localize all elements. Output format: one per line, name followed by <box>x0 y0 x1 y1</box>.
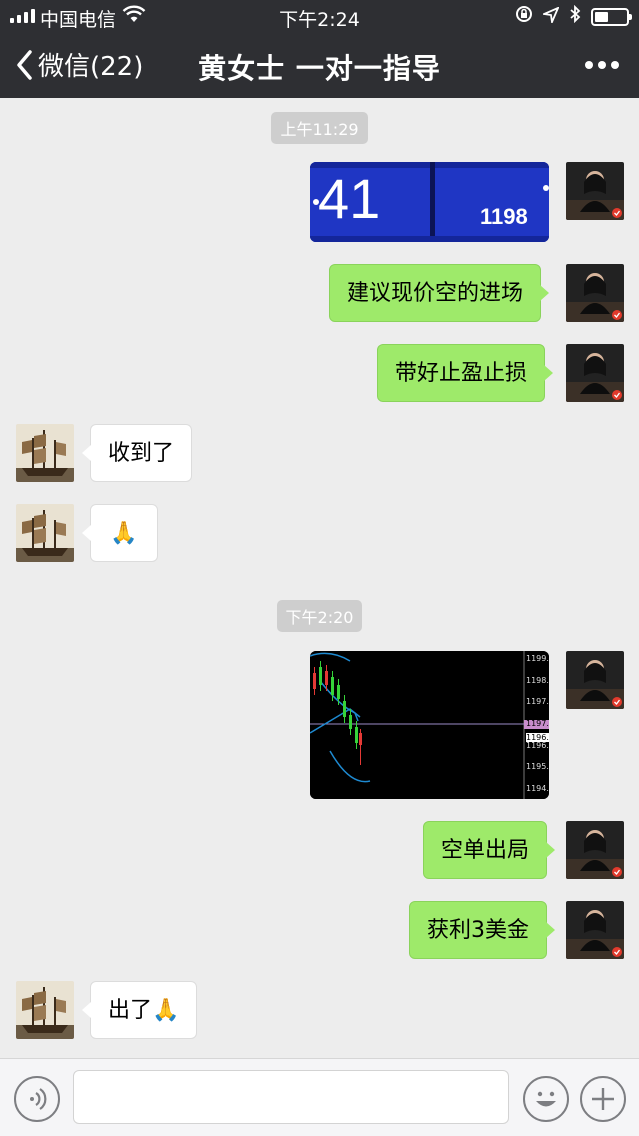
more-functions-button[interactable] <box>580 1076 626 1122</box>
message-bubble[interactable]: 出了🙏 <box>81 981 198 1039</box>
plus-icon <box>592 1088 614 1110</box>
timestamp: 下午2:20 <box>0 600 639 632</box>
nav-bar: 微信(22) 黄女士 一对一指导 <box>0 34 639 98</box>
avatar-user[interactable] <box>16 504 74 562</box>
chart-tick: 1194.75 <box>526 784 549 793</box>
avatar-agent[interactable] <box>566 162 624 220</box>
status-bar: 中国电信 下午2:24 <box>0 0 639 34</box>
avatar-agent[interactable] <box>566 264 624 322</box>
ticker-small-number: 1198 <box>480 204 528 229</box>
chart-tick: 1198.75 <box>526 676 549 685</box>
location-icon <box>540 5 560 28</box>
avatar-user[interactable] <box>16 424 74 482</box>
top-bar: 中国电信 下午2:24 微信(22) 黄女士 一对一指导 <box>0 0 639 98</box>
message-bubble[interactable]: 🙏 <box>82 504 158 562</box>
avatar-agent[interactable] <box>566 901 624 959</box>
bluetooth-icon <box>569 4 581 28</box>
message-bubble[interactable]: 空单出局 <box>423 821 556 879</box>
rotation-lock-icon <box>515 5 533 28</box>
smiley-icon <box>536 1091 556 1107</box>
message-bubble[interactable]: 建议现价空的进场 <box>329 264 550 322</box>
chat-title: 黄女士 一对一指导 <box>198 52 441 85</box>
message-input[interactable] <box>73 1070 509 1124</box>
message-bubble[interactable]: 收到了 <box>81 424 193 482</box>
emoji-button[interactable] <box>523 1076 569 1122</box>
ticker-big-number: 41 <box>318 167 381 230</box>
avatar-agent[interactable] <box>566 651 624 709</box>
voice-input-button[interactable] <box>14 1076 60 1122</box>
avatar-user[interactable] <box>16 981 74 1039</box>
timestamp: 上午11:29 <box>0 112 639 144</box>
voice-icon <box>30 1088 47 1110</box>
more-options-button[interactable] <box>585 61 619 69</box>
battery-icon <box>591 7 632 26</box>
image-message-chart[interactable]: 1199.55 1198.75 1197.95 1197.12 1196.62 … <box>310 651 549 799</box>
avatar-agent[interactable] <box>566 821 624 879</box>
input-bar <box>0 1058 639 1136</box>
chart-tick: 1196.35 <box>526 741 549 750</box>
chart-tick: 1195.55 <box>526 762 549 771</box>
image-message-ticker[interactable]: 41 1198 <box>310 162 549 242</box>
chart-tick: 1197.12 <box>526 719 549 728</box>
chart-tick: 1199.55 <box>526 654 549 663</box>
chart-tick: 1197.95 <box>526 697 549 706</box>
chat-area[interactable]: 上午11:29 41 1198 建议现价空的进场 带好止盈止损 收到了 🙏 下午… <box>0 98 639 1058</box>
avatar-agent[interactable] <box>566 344 624 402</box>
message-bubble[interactable]: 带好止盈止损 <box>377 344 554 402</box>
message-bubble[interactable]: 获利3美金 <box>409 901 555 959</box>
